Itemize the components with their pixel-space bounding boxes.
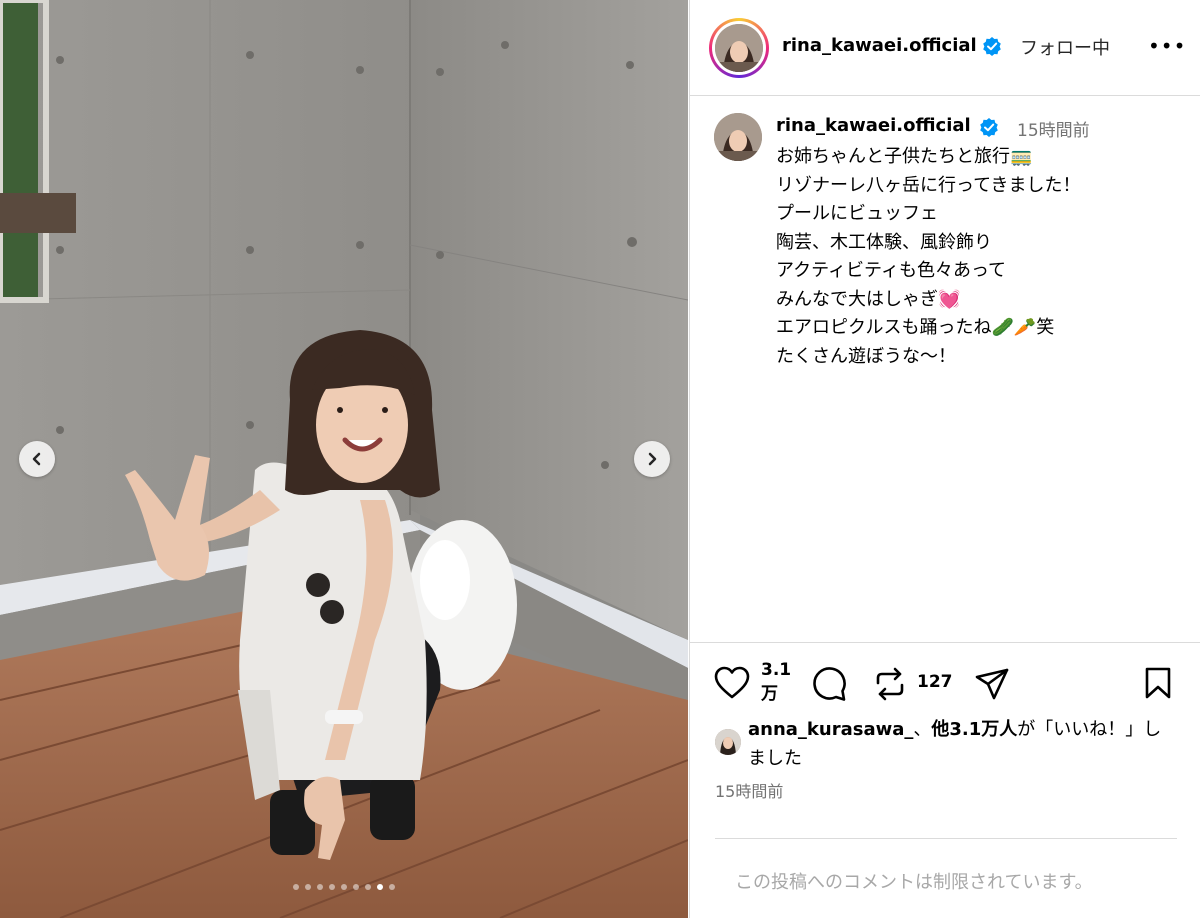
caption-timestamp[interactable]: 15時間前 — [1017, 116, 1090, 141]
liked-by-others[interactable]: 他3.1万人 — [931, 719, 1017, 740]
bookmark-icon[interactable] — [1143, 666, 1173, 700]
comment-area: この投稿へのコメントは制限されています。 — [715, 838, 1177, 919]
liked-by-avatar[interactable] — [715, 729, 741, 755]
carousel-dot — [365, 884, 371, 890]
caption-line: たくさん遊ぼうな〜！ — [776, 345, 956, 367]
verified-badge-icon — [980, 118, 998, 137]
post-side-panel: rina_kawaei.official フォロー中 ••• rina_kawa… — [689, 0, 1200, 918]
repost-count[interactable]: 127 — [917, 672, 953, 692]
chevron-left-icon — [32, 452, 41, 466]
carousel-indicator — [0, 884, 688, 890]
liked-by-username[interactable]: anna_kurasawa_ — [748, 719, 913, 740]
caption-line: お姉ちゃんと子供たちと旅行🚃 — [776, 146, 1033, 167]
carousel-dot — [317, 884, 323, 890]
carousel-dot — [329, 884, 335, 890]
carousel-dot — [377, 884, 383, 890]
post-timestamp[interactable]: 15時間前 — [715, 778, 783, 802]
previous-slide-button[interactable] — [19, 441, 55, 477]
next-slide-button[interactable] — [634, 441, 670, 477]
paper-plane-icon[interactable] — [974, 667, 1010, 701]
carousel-dot — [389, 884, 395, 890]
caption-line: アクティビティも色々あって — [776, 260, 1007, 281]
caption-line: リゾナーレ八ヶ岳に行ってきました！ — [776, 174, 1081, 196]
carousel-dot — [341, 884, 347, 890]
caption-line: みんなで大はしゃぎ💓 — [776, 288, 961, 310]
caption-avatar[interactable] — [714, 113, 762, 161]
post-header: rina_kawaei.official フォロー中 ••• — [690, 0, 1200, 96]
follow-status[interactable]: フォロー中 — [1020, 34, 1110, 60]
story-ring[interactable] — [709, 18, 769, 78]
like-count[interactable]: 3.1 万 — [761, 658, 791, 706]
more-options-button[interactable]: ••• — [1148, 34, 1186, 58]
carousel-dot — [353, 884, 359, 890]
instagram-post: rina_kawaei.official フォロー中 ••• rina_kawa… — [0, 0, 1200, 918]
caption-username[interactable]: rina_kawaei.official — [776, 115, 971, 136]
caption-line: 陶芸、木工体験、風鈴飾り — [776, 231, 992, 253]
caption-line: エアロピクルスも踊ったね🥒🥕笑 — [776, 317, 1055, 338]
caption-line: プールにビュッフェ — [776, 203, 938, 224]
header-username[interactable]: rina_kawaei.official — [782, 35, 977, 56]
liked-by-text: anna_kurasawa_、他3.1万人が「いいね！」しました — [748, 719, 1162, 769]
comments-restricted-notice: この投稿へのコメントは制限されています。 — [735, 872, 1093, 893]
action-bar — [690, 642, 1200, 643]
post-photo — [0, 0, 688, 918]
carousel-dot — [293, 884, 299, 890]
avatar[interactable] — [715, 24, 763, 72]
speech-bubble-icon[interactable] — [811, 666, 847, 702]
chevron-right-icon — [648, 452, 657, 466]
carousel-dot — [305, 884, 311, 890]
repost-icon[interactable] — [873, 666, 907, 702]
heart-icon[interactable] — [714, 666, 750, 700]
caption-text: お姉ちゃんと子供たちと旅行🚃 リゾナーレ八ヶ岳に行ってきました！ プールにビュッ… — [776, 143, 1081, 371]
post-media[interactable] — [0, 0, 688, 918]
verified-badge-icon — [983, 37, 1001, 56]
